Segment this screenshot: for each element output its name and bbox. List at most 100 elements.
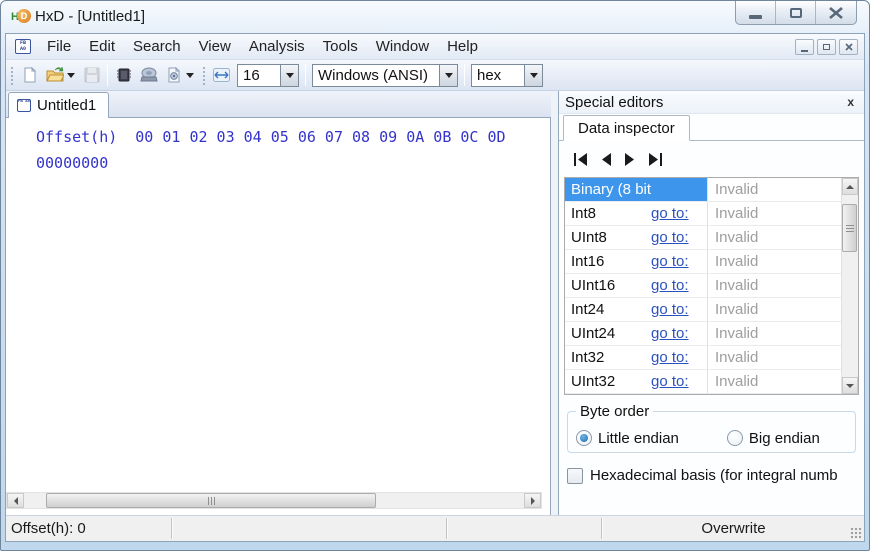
- document-tabbar: FB A0 Untitled1: [6, 91, 551, 118]
- toolbar-gripper-2[interactable]: [201, 65, 206, 85]
- big-endian-label: Big endian: [749, 430, 820, 447]
- goto-link[interactable]: go to:: [651, 325, 689, 342]
- horizontal-scroll-track[interactable]: [24, 493, 524, 508]
- row-goto: go to:: [651, 277, 707, 294]
- maximize-button[interactable]: [776, 1, 816, 24]
- next-byte-button[interactable]: [624, 153, 636, 166]
- minimize-button[interactable]: [736, 1, 776, 24]
- little-endian-radio[interactable]: Little endian: [576, 424, 679, 452]
- menu-help[interactable]: Help: [438, 35, 487, 58]
- scroll-left-button[interactable]: [7, 493, 24, 508]
- open-dropdown-arrow[interactable]: [67, 73, 75, 78]
- menu-file[interactable]: File: [38, 35, 80, 58]
- inspector-row-int24[interactable]: Int24 go to: Invalid: [565, 298, 841, 322]
- mdi-restore-button[interactable]: [817, 39, 836, 55]
- row-label: UInt16: [565, 277, 651, 294]
- scroll-right-button[interactable]: [524, 493, 541, 508]
- row-label: Int32: [565, 349, 651, 366]
- inspector-row-uint16[interactable]: UInt16 go to: Invalid: [565, 274, 841, 298]
- row-value: Invalid: [707, 202, 841, 225]
- hex-header-row: Offset(h)00 01 02 03 04 05 06 07 08 09 0…: [6, 118, 550, 146]
- menu-analysis[interactable]: Analysis: [240, 35, 314, 58]
- open-disk-image-button[interactable]: [161, 63, 186, 87]
- panel-close-button[interactable]: x: [843, 95, 858, 109]
- inspector-row-binary[interactable]: Binary (8 bit) Invalid: [565, 178, 841, 202]
- menu-tools[interactable]: Tools: [314, 35, 367, 58]
- mdi-minimize-button[interactable]: [795, 39, 814, 55]
- menu-edit[interactable]: Edit: [80, 35, 124, 58]
- inspector-vertical-scrollbar[interactable]: [841, 178, 858, 394]
- goto-link[interactable]: go to:: [651, 277, 689, 294]
- row-value: Invalid: [707, 178, 841, 201]
- pane-splitter[interactable]: [551, 91, 558, 515]
- hxd-icon-d: D: [17, 9, 31, 23]
- close-button[interactable]: [816, 1, 856, 24]
- toolbar-gripper[interactable]: [9, 65, 14, 85]
- status-offset: Offset(h): 0: [6, 516, 171, 541]
- inspector-row-int16[interactable]: Int16 go to: Invalid: [565, 250, 841, 274]
- bytes-per-row-dropdown[interactable]: [280, 65, 298, 86]
- hexadecimal-basis-checkbox[interactable]: [567, 468, 583, 484]
- offset-base-dropdown[interactable]: [524, 65, 542, 86]
- tab-data-inspector[interactable]: Data inspector: [563, 115, 690, 141]
- inspector-scroll-up-button[interactable]: [842, 178, 858, 195]
- inspector-row-uint24[interactable]: UInt24 go to: Invalid: [565, 322, 841, 346]
- special-editors-title: Special editors: [565, 94, 843, 111]
- tab-untitled1[interactable]: FB A0 Untitled1: [8, 92, 109, 118]
- toolbar-separator: [107, 64, 108, 86]
- client-area: FB A0 Untitled1 Offset(h)00 01 02 03 04 …: [6, 91, 864, 515]
- resize-grip[interactable]: [850, 527, 862, 539]
- offset-base-combobox[interactable]: hex: [471, 64, 543, 87]
- encoding-dropdown[interactable]: [439, 65, 457, 86]
- goto-link[interactable]: go to:: [651, 229, 689, 246]
- goto-link[interactable]: go to:: [651, 253, 689, 270]
- row-label: Binary (8 bit): [565, 178, 651, 201]
- goto-link[interactable]: go to:: [651, 301, 689, 318]
- dropdown-arrow-icon: [530, 73, 538, 78]
- goto-link[interactable]: go to:: [651, 205, 689, 222]
- inspector-row-int32[interactable]: Int32 go to: Invalid: [565, 346, 841, 370]
- toolbar-separator-3: [464, 64, 465, 86]
- menu-window[interactable]: Window: [367, 35, 438, 58]
- new-file-button[interactable]: [17, 63, 42, 87]
- bytes-per-row-combobox[interactable]: 16: [237, 64, 299, 87]
- horizontal-scroll-thumb[interactable]: [46, 493, 376, 508]
- encoding-combobox[interactable]: Windows (ANSI): [312, 64, 458, 87]
- bytes-per-row-button[interactable]: [209, 63, 234, 87]
- byte-order-legend: Byte order: [576, 403, 653, 420]
- save-button[interactable]: [79, 63, 104, 87]
- dropdown-arrow-icon: [445, 73, 453, 78]
- row-label: UInt24: [565, 325, 651, 342]
- mdi-close-button[interactable]: [839, 39, 858, 55]
- radio-unselected-icon: [727, 430, 743, 446]
- goto-link[interactable]: go to:: [651, 349, 689, 366]
- open-disk-button[interactable]: [136, 63, 161, 87]
- open-ram-button[interactable]: [111, 63, 136, 87]
- mdi-restore-icon: [823, 44, 830, 50]
- row-value: Invalid: [707, 274, 841, 297]
- first-byte-button[interactable]: [573, 153, 588, 166]
- document-system-icon[interactable]: FBA0: [15, 39, 31, 54]
- inspector-row-uint32[interactable]: UInt32 go to: Invalid: [565, 370, 841, 394]
- inspector-row-int8[interactable]: Int8 go to: Invalid: [565, 202, 841, 226]
- inspector-scroll-thumb[interactable]: [842, 204, 857, 252]
- hxd-window: H D HxD - [Untitled1] FBA0 File Edit Sea…: [0, 0, 870, 551]
- bytes-per-row-value: 16: [238, 67, 280, 84]
- inspector-row-uint8[interactable]: UInt8 go to: Invalid: [565, 226, 841, 250]
- horizontal-scrollbar[interactable]: [6, 492, 542, 509]
- previous-byte-button[interactable]: [600, 153, 612, 166]
- disk-image-dropdown-arrow[interactable]: [186, 73, 194, 78]
- menu-search[interactable]: Search: [124, 35, 190, 58]
- hex-row-offset[interactable]: 00000000: [6, 146, 550, 172]
- hex-column-headers: 00 01 02 03 04 05 06 07 08 09 0A 0B 0C 0…: [135, 128, 505, 146]
- open-file-button[interactable]: [42, 63, 67, 87]
- menu-view[interactable]: View: [190, 35, 240, 58]
- titlebar[interactable]: H D HxD - [Untitled1]: [1, 1, 869, 33]
- big-endian-radio[interactable]: Big endian: [727, 424, 820, 452]
- encoding-value: Windows (ANSI): [313, 67, 439, 84]
- hex-editor[interactable]: Offset(h)00 01 02 03 04 05 06 07 08 09 0…: [6, 118, 551, 515]
- last-byte-button[interactable]: [648, 153, 663, 166]
- toolbar-separator-2: [305, 64, 306, 86]
- inspector-scroll-down-button[interactable]: [842, 377, 858, 394]
- goto-link[interactable]: go to:: [651, 373, 689, 390]
